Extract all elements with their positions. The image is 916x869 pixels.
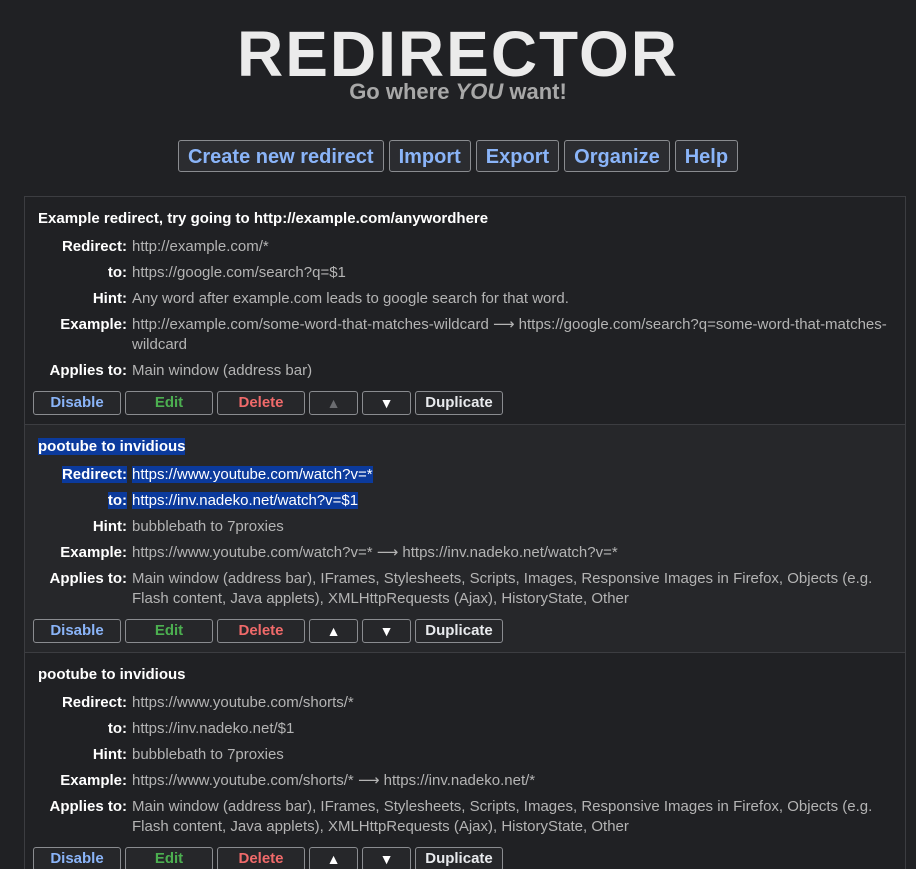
example-row: Example: https://www.youtube.com/watch?v… [33, 543, 897, 563]
delete-button[interactable]: Delete [217, 391, 305, 415]
organize-button[interactable]: Organize [564, 140, 670, 172]
redirect-to-value: https://google.com/search?q=$1 [132, 264, 346, 281]
header: REDIRECTOR Go where YOU want! Create new… [0, 0, 916, 172]
redirect-from-text: https://www.youtube.com/watch?v=* [132, 466, 373, 483]
example-row: Example: http://example.com/some-word-th… [33, 315, 897, 355]
disable-button[interactable]: Disable [33, 391, 121, 415]
hint-value: bubblebath to 7proxies [132, 746, 284, 763]
arrow-icon: ⟶ [492, 316, 515, 333]
example-from: https://www.youtube.com/shorts/* [132, 772, 354, 789]
edit-button[interactable]: Edit [125, 847, 213, 869]
applies-value: Main window (address bar) [132, 362, 313, 379]
move-down-button[interactable]: ▼ [362, 391, 411, 415]
hint-label: Hint: [92, 518, 127, 535]
to-label: to: [33, 491, 132, 511]
delete-button[interactable]: Delete [217, 619, 305, 643]
duplicate-button[interactable]: Duplicate [415, 391, 503, 415]
redirect-title-text: pootube to invidious [38, 438, 186, 455]
redirect-actions: Disable Edit Delete ▲ ▼ Duplicate [33, 619, 897, 652]
redirect-label: Redirect: [61, 238, 127, 255]
redirect-to-text: https://inv.nadeko.net/watch?v=$1 [132, 492, 359, 509]
delete-button[interactable]: Delete [217, 847, 305, 869]
hint-row: Hint: bubblebath to 7proxies [33, 745, 897, 765]
tagline-start: Go where [349, 79, 456, 104]
redirect-actions: Disable Edit Delete ▲ ▼ Duplicate [33, 847, 897, 869]
redirect-title: Example redirect, try going to http://ex… [38, 210, 489, 227]
export-button[interactable]: Export [475, 140, 560, 172]
redirect-item: Example redirect, try going to http://ex… [25, 197, 905, 425]
redirect-from-row: Redirect: http://example.com/* [33, 237, 897, 257]
move-up-button[interactable]: ▲ [309, 619, 358, 643]
redirect-title: pootube to invidious [38, 666, 186, 683]
edit-button[interactable]: Edit [125, 619, 213, 643]
redirect-to-row: to: https://inv.nadeko.net/$1 [33, 719, 897, 739]
create-redirect-button[interactable]: Create new redirect [177, 140, 384, 172]
hint-value: Any word after example.com leads to goog… [132, 290, 569, 307]
applies-row: Applies to: Main window (address bar), I… [33, 797, 897, 837]
main-menu: Create new redirect Import Export Organi… [0, 140, 916, 172]
hint-label: Hint: [92, 746, 127, 763]
to-label: to: [107, 264, 127, 281]
redirect-title: pootube to invidious [38, 437, 897, 457]
redirect-to-row: to: https://google.com/search?q=$1 [33, 263, 897, 283]
example-from: https://www.youtube.com/watch?v=* [132, 544, 373, 561]
help-button[interactable]: Help [674, 140, 739, 172]
redirect-label-text: Redirect: [61, 466, 127, 483]
duplicate-button[interactable]: Duplicate [415, 619, 503, 643]
disable-button[interactable]: Disable [33, 847, 121, 869]
tagline-end: want! [503, 79, 567, 104]
redirect-from-value: https://www.youtube.com/watch?v=* [132, 465, 897, 485]
move-up-button[interactable]: ▲ [309, 847, 358, 869]
example-label: Example: [60, 544, 127, 561]
example-value: https://www.youtube.com/watch?v=* ⟶ http… [132, 543, 897, 563]
disable-button[interactable]: Disable [33, 619, 121, 643]
applies-label: Applies to: [49, 798, 128, 815]
applies-label: Applies to: [49, 570, 128, 587]
hint-label: Hint: [92, 290, 127, 307]
move-down-button[interactable]: ▼ [362, 847, 411, 869]
tagline: Go where YOU want! [0, 78, 916, 106]
example-value: https://www.youtube.com/shorts/* ⟶ https… [132, 771, 897, 791]
applies-row: Applies to: Main window (address bar), I… [33, 569, 897, 609]
redirect-from-row: Redirect: https://www.youtube.com/watch?… [33, 465, 897, 485]
redirect-item: pootube to invidious Redirect: https://w… [25, 425, 905, 653]
example-from: http://example.com/some-word-that-matche… [132, 316, 489, 333]
duplicate-button[interactable]: Duplicate [415, 847, 503, 869]
move-up-button: ▲ [309, 391, 358, 415]
move-down-button[interactable]: ▼ [362, 619, 411, 643]
hint-row: Hint: Any word after example.com leads t… [33, 289, 897, 309]
example-label: Example: [60, 772, 127, 789]
applies-value: Main window (address bar), IFrames, Styl… [132, 798, 873, 835]
example-to: https://inv.nadeko.net/* [383, 772, 536, 789]
redirect-to-row: to: https://inv.nadeko.net/watch?v=$1 [33, 491, 897, 511]
applies-label: Applies to: [49, 362, 128, 379]
redirect-label: Redirect: [61, 694, 127, 711]
to-label: to: [107, 720, 127, 737]
redirect-actions: Disable Edit Delete ▲ ▼ Duplicate [33, 391, 897, 424]
tagline-you: YOU [455, 79, 504, 104]
import-button[interactable]: Import [388, 140, 471, 172]
redirect-from-value: https://www.youtube.com/shorts/* [132, 694, 354, 711]
applies-row: Applies to: Main window (address bar) [33, 361, 897, 381]
redirect-from-value: http://example.com/* [132, 238, 269, 255]
to-label-text: to: [107, 492, 127, 509]
arrow-icon: ⟶ [357, 772, 380, 789]
redirect-list: Example redirect, try going to http://ex… [24, 196, 906, 869]
redirect-label: Redirect: [33, 465, 132, 485]
redirect-to-value: https://inv.nadeko.net/$1 [132, 720, 295, 737]
arrow-icon: ⟶ [376, 544, 399, 561]
example-label: Example: [60, 316, 127, 333]
redirect-item: pootube to invidious Redirect: https://w… [25, 653, 905, 869]
hint-row: Hint: bubblebath to 7proxies [33, 517, 897, 537]
example-to: https://inv.nadeko.net/watch?v=* [402, 544, 618, 561]
example-value: http://example.com/some-word-that-matche… [132, 315, 897, 355]
applies-value: Main window (address bar), IFrames, Styl… [132, 570, 873, 607]
redirect-to-value: https://inv.nadeko.net/watch?v=$1 [132, 491, 897, 511]
hint-value: bubblebath to 7proxies [132, 518, 284, 535]
example-row: Example: https://www.youtube.com/shorts/… [33, 771, 897, 791]
edit-button[interactable]: Edit [125, 391, 213, 415]
redirect-from-row: Redirect: https://www.youtube.com/shorts… [33, 693, 897, 713]
